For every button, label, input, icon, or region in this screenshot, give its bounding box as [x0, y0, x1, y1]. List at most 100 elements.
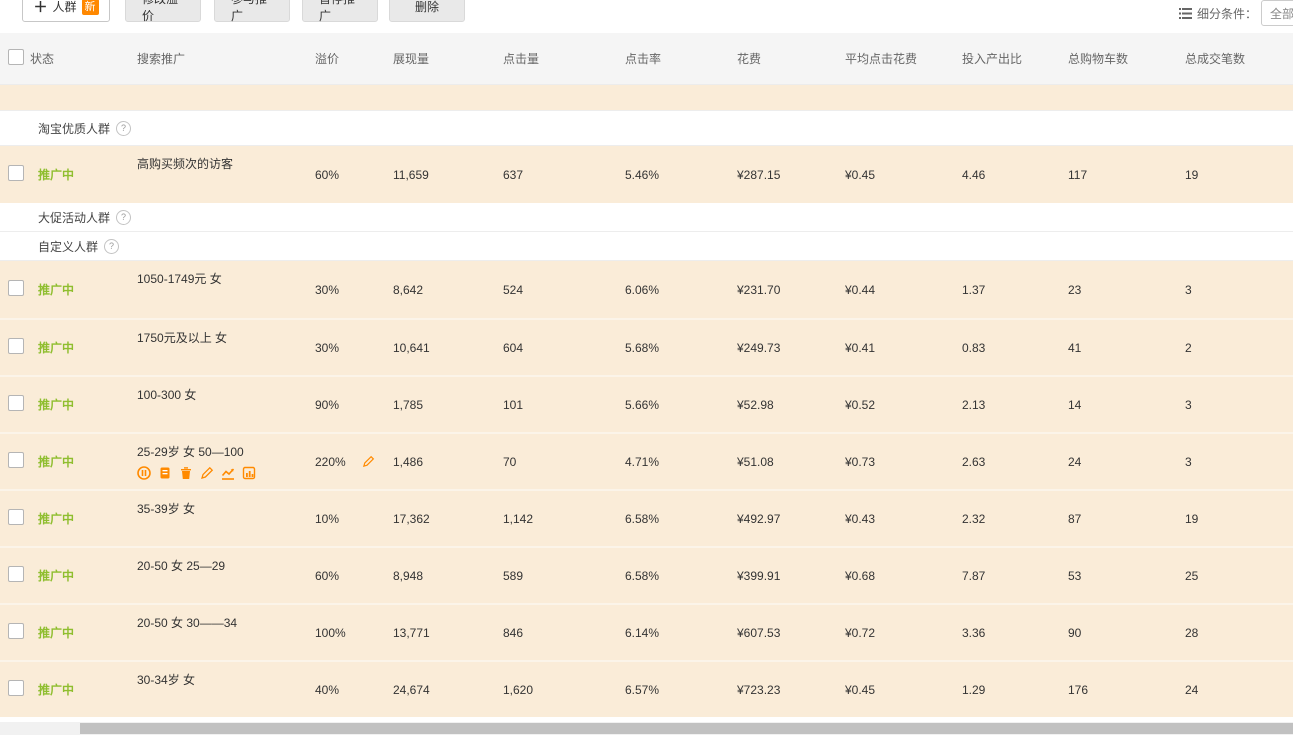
table-row: 推广中220%1,486704.71%¥51.08¥0.732.6324325-… [0, 432, 1293, 489]
order-count-value: 19 [1185, 168, 1293, 182]
row-checkbox[interactable] [8, 452, 24, 468]
premium-value: 30% [315, 341, 339, 355]
help-icon[interactable]: ? [104, 239, 119, 254]
status-badge: 推广中 [30, 510, 137, 527]
clicks-value: 1,620 [503, 683, 625, 697]
plus-icon: ＋ [33, 0, 47, 17]
add-audience-label: 人群 [52, 0, 76, 15]
row-checkbox[interactable] [8, 623, 24, 639]
clicks-value: 589 [503, 569, 625, 583]
row-checkbox[interactable] [8, 566, 24, 582]
cart-count-value: 24 [1068, 455, 1185, 469]
audience-name: 25-29岁 女 50—100 [137, 443, 244, 460]
order-count-value: 24 [1185, 683, 1293, 697]
status-badge: 推广中 [30, 681, 137, 698]
avg-click-cost-value: ¥0.65 [845, 85, 962, 86]
log-icon[interactable] [158, 466, 172, 480]
edit-premium-icon[interactable] [362, 455, 375, 468]
order-count-value: 19 [1185, 512, 1293, 526]
audience-name: 20-50 女 30——34 [137, 614, 237, 631]
cart-count-value: 23 [1068, 283, 1185, 297]
cost-value: ¥51.08 [737, 455, 845, 469]
ctr-value: 6.57% [625, 683, 737, 697]
roi-value: 1.29 [962, 683, 1068, 697]
premium-value: 60% [315, 569, 339, 583]
scrollbar-thumb[interactable] [80, 723, 1293, 734]
audience-name: 100-300 女 [137, 386, 196, 403]
ctr-value: 4.93% [625, 85, 737, 86]
order-count-value: 3 [1185, 455, 1293, 469]
clicks-value: 524 [503, 283, 625, 297]
help-icon[interactable]: ? [116, 121, 131, 136]
new-badge: 新 [82, 0, 99, 15]
clicks-value: 70 [503, 455, 625, 469]
cart-count-value: 41 [1068, 341, 1185, 355]
row-checkbox[interactable] [8, 509, 24, 525]
segment-filter-value: 全部 [1270, 5, 1293, 22]
cart-count-value: 53 [1068, 569, 1185, 583]
row-checkbox[interactable] [8, 280, 24, 296]
table-row: 推广中60%8,9485896.58%¥399.91¥0.687.8753252… [0, 546, 1293, 603]
horizontal-scrollbar[interactable] [0, 722, 1293, 735]
audience-name: 1750元及以上 女 [137, 329, 227, 346]
select-all-checkbox[interactable] [8, 49, 24, 65]
order-count-value: 2 [1185, 341, 1293, 355]
table-row: 推广中30%10,6416045.68%¥249.73¥0.410.834121… [0, 318, 1293, 375]
status-badge: 推广中 [30, 166, 137, 183]
pause-icon[interactable] [137, 466, 151, 480]
column-header-5: 点击量 [503, 50, 625, 67]
cost-value: ¥607.53 [737, 626, 845, 640]
audience-name: 高购买频次的访客 [137, 155, 233, 172]
ctr-value: 6.06% [625, 283, 737, 297]
audience-promotion-page: ＋ 人群 新 修改溢价参与推广暂停推广删除 细分条件： 全部 状态搜索推广溢价展… [0, 0, 1293, 735]
cost-value: ¥231.70 [737, 283, 845, 297]
column-header-11: 总成交笔数 [1185, 50, 1293, 67]
help-icon[interactable]: ? [116, 210, 131, 225]
row-checkbox[interactable] [8, 338, 24, 354]
row-checkbox[interactable] [8, 680, 24, 696]
premium-value: 100% [315, 626, 346, 640]
table-row-clipped: 推广中200%11,3125384.93%¥363.10¥0.65114.368… [0, 85, 1293, 110]
toolbar-button-3[interactable]: 暂停推广 [302, 0, 378, 22]
row-action-icons [137, 466, 256, 480]
add-audience-button[interactable]: ＋ 人群 新 [22, 0, 110, 22]
cart-count-value: 176 [1068, 683, 1185, 697]
impressions-value: 8,948 [393, 569, 503, 583]
section-label: 淘宝优质人群 [38, 120, 110, 137]
cart-count-value: 87 [1068, 512, 1185, 526]
ctr-value: 6.58% [625, 569, 737, 583]
audience-name: 35-39岁 女 [137, 500, 195, 517]
toolbar-button-4[interactable]: 删除 [389, 0, 465, 22]
clicks-value: 637 [503, 168, 625, 182]
clicks-value: 1,142 [503, 512, 625, 526]
impressions-value: 11,659 [393, 168, 503, 182]
avg-click-cost-value: ¥0.52 [845, 398, 962, 412]
column-header-10: 总购物车数 [1068, 50, 1185, 67]
avg-click-cost-value: ¥0.43 [845, 512, 962, 526]
table-body: 推广中200%11,3125384.93%¥363.10¥0.65114.368… [0, 85, 1293, 717]
bar-chart-icon[interactable] [242, 466, 256, 480]
clicks-value: 604 [503, 341, 625, 355]
status-badge: 推广中 [30, 624, 137, 641]
impressions-value: 13,771 [393, 626, 503, 640]
edit-icon[interactable] [200, 466, 214, 480]
row-checkbox[interactable] [8, 165, 24, 181]
cost-value: ¥249.73 [737, 341, 845, 355]
premium-value: 60% [315, 168, 339, 182]
segment-filter: 细分条件： 全部 [1179, 0, 1293, 26]
roi-value: 2.63 [962, 455, 1068, 469]
clicks-value: 101 [503, 398, 625, 412]
row-checkbox[interactable] [8, 395, 24, 411]
table-row: 推广中10%17,3621,1426.58%¥492.97¥0.432.3287… [0, 489, 1293, 546]
roi-value: 7.87 [962, 569, 1068, 583]
toolbar-button-1[interactable]: 修改溢价 [125, 0, 201, 22]
impressions-value: 24,674 [393, 683, 503, 697]
cost-value: ¥399.91 [737, 569, 845, 583]
premium-value: 40% [315, 683, 339, 697]
toolbar-button-2[interactable]: 参与推广 [214, 0, 290, 22]
segment-filter-select[interactable]: 全部 [1261, 0, 1293, 26]
audience-name: 20-50 女 25—29 [137, 557, 225, 574]
line-chart-icon[interactable] [221, 466, 235, 480]
column-header-8: 平均点击花费 [845, 50, 962, 67]
delete-icon[interactable] [179, 466, 193, 480]
